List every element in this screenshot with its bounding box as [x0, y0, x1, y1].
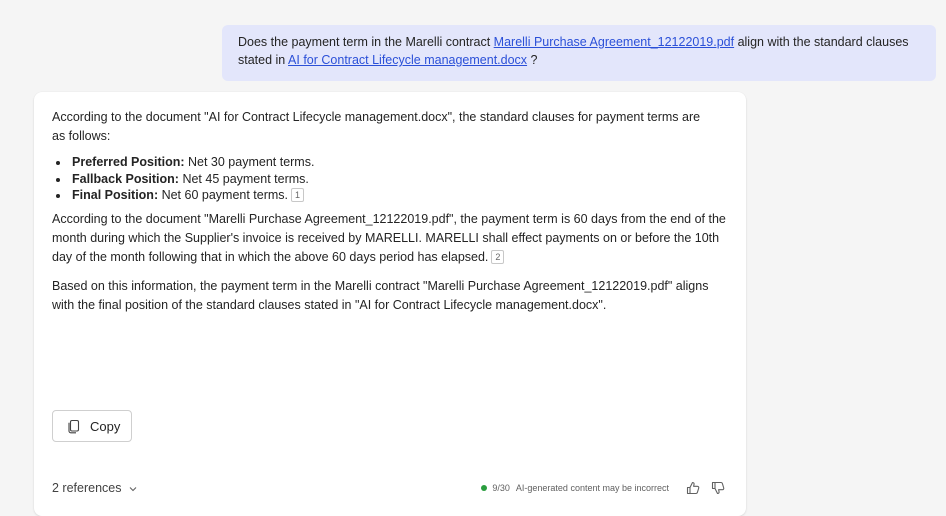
list-item: Final Position: Net 60 payment terms.1: [70, 187, 728, 204]
ai-clm-docx-link[interactable]: AI for Contract Lifecycle management.doc…: [288, 53, 527, 67]
response-counter: 9/30: [492, 483, 510, 493]
reference-badge-2[interactable]: 2: [491, 249, 505, 264]
response-footer-status: 9/30 AI-generated content may be incorre…: [481, 476, 726, 500]
bullet-text: Net 30 payment terms.: [184, 155, 315, 169]
paragraph-text: According to the document "Marelli Purch…: [52, 211, 726, 264]
reference-badge-1[interactable]: 1: [291, 188, 305, 202]
user-message-text: ?: [527, 53, 538, 67]
references-toggle[interactable]: 2 references: [52, 481, 138, 495]
bullet-label: Preferred Position:: [72, 155, 185, 169]
thumbs-down-icon[interactable]: [710, 480, 726, 496]
references-label: 2 references: [52, 481, 122, 495]
ai-disclaimer: AI-generated content may be incorrect: [515, 483, 669, 493]
marelli-pdf-link[interactable]: Marelli Purchase Agreement_12122019.pdf: [494, 35, 734, 49]
user-message-bubble: Does the payment term in the Marelli con…: [222, 25, 936, 81]
bullet-label: Final Position:: [72, 188, 159, 202]
response-intro: According to the document "AI for Contra…: [52, 110, 701, 143]
response-paragraph-3: Based on this information, the payment t…: [52, 278, 709, 312]
response-paragraph-2: According to the document "Marelli Purch…: [52, 210, 728, 267]
bullet-text: Net 60 payment terms.: [158, 188, 289, 202]
status-dot-icon: [481, 485, 488, 491]
copy-icon: [66, 418, 82, 434]
assistant-response-card: According to the document "AI for Contra…: [34, 92, 746, 516]
user-message-text: Does the payment term in the Marelli con…: [238, 35, 494, 49]
thumbs-up-icon[interactable]: [685, 480, 701, 496]
copy-button-label: Copy: [90, 418, 121, 434]
bullet-label: Fallback Position:: [72, 171, 179, 186]
bullet-text: Net 45 payment terms.: [178, 171, 309, 186]
payment-terms-list: Preferred Position: Net 30 payment terms…: [52, 154, 728, 204]
list-item: Fallback Position: Net 45 payment terms.: [70, 171, 728, 188]
list-item: Preferred Position: Net 30 payment terms…: [70, 154, 728, 171]
copy-button[interactable]: Copy: [52, 410, 132, 442]
chevron-down-icon: [128, 483, 138, 493]
